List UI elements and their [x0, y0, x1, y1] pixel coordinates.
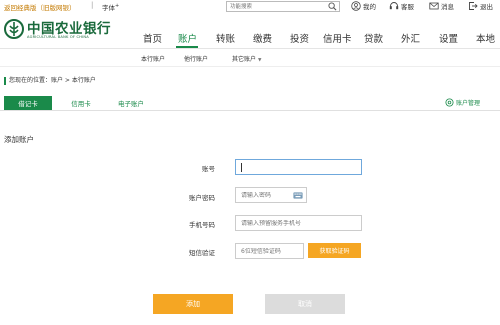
- nav-credit-card[interactable]: 信用卡: [323, 31, 352, 45]
- phone-number-label: 手机号码: [189, 221, 215, 229]
- tab-electronic-account[interactable]: 电子账户: [108, 96, 154, 110]
- breadcrumb: 您现在的位置：账户 > 本行账户: [4, 77, 96, 85]
- font-label: 字体: [102, 4, 115, 12]
- nav-home[interactable]: 首页: [143, 31, 162, 45]
- account-number-label: 账号: [202, 165, 215, 173]
- get-code-button[interactable]: 获取验证码: [308, 243, 361, 258]
- sms-code-label: 短信验证: [189, 249, 215, 257]
- subnav-own-accounts[interactable]: 本行账户: [141, 54, 165, 63]
- account-management-link[interactable]: 账户管理: [445, 98, 480, 107]
- keyboard-icon[interactable]: [293, 192, 303, 199]
- mail-icon: [429, 2, 439, 10]
- nav-local[interactable]: 本地: [476, 31, 495, 45]
- subnav-other-label: 其它账户: [232, 56, 257, 63]
- separator: |: [91, 1, 94, 9]
- logout-link[interactable]: 退出: [468, 1, 493, 11]
- phone-input[interactable]: [241, 219, 361, 227]
- messages-link[interactable]: 消息: [429, 1, 454, 11]
- search-icon[interactable]: [328, 2, 337, 11]
- account-number-field[interactable]: [235, 159, 362, 175]
- chevron-down-icon: ▼: [257, 58, 262, 63]
- account-password-label: 账户密码: [189, 194, 215, 202]
- nav-loan[interactable]: 贷款: [364, 31, 383, 45]
- search-input[interactable]: [227, 2, 325, 12]
- nav-invest[interactable]: 投资: [290, 31, 309, 45]
- my-account-link[interactable]: 我的: [351, 1, 376, 11]
- subnav-other-bank-accounts[interactable]: 他行账户: [184, 54, 208, 63]
- phone-number-field[interactable]: [235, 215, 362, 231]
- nav-settings[interactable]: 设置: [439, 31, 458, 45]
- text-caret: [241, 162, 242, 172]
- bank-name-en: AGRICULTURAL BANK OF CHINA: [27, 35, 89, 39]
- nav-forex[interactable]: 外汇: [401, 31, 420, 45]
- nav-payment[interactable]: 缴费: [253, 31, 272, 45]
- logout-icon: [469, 2, 478, 10]
- user-icon: [351, 1, 361, 11]
- sms-code-field[interactable]: [235, 243, 304, 259]
- subnav-divider: [0, 66, 500, 67]
- my-label: 我的: [363, 3, 376, 11]
- classic-version-link[interactable]: 返回经典版（旧版网银）: [4, 2, 76, 12]
- account-password-field[interactable]: [235, 187, 307, 203]
- logout-label: 退出: [480, 3, 493, 11]
- message-label: 消息: [441, 3, 454, 11]
- bank-name-cn: 中国农业银行: [27, 21, 111, 37]
- search-box: [226, 1, 340, 12]
- nav-divider: [0, 48, 500, 49]
- nav-transfer[interactable]: 转账: [216, 31, 235, 45]
- cancel-button[interactable]: 取消: [265, 294, 345, 314]
- nav-account[interactable]: 账户: [178, 31, 197, 45]
- subnav-other-accounts[interactable]: 其它账户 ▼: [232, 54, 261, 63]
- tab-divider: [0, 110, 500, 111]
- abc-logo-icon[interactable]: [4, 19, 24, 39]
- tab-debit-card[interactable]: 借记卡: [4, 96, 52, 110]
- font-size-toggle[interactable]: 字体+: [102, 2, 119, 12]
- account-management-label: 账户管理: [456, 100, 481, 107]
- gear-icon: [445, 98, 454, 107]
- sms-input[interactable]: [241, 247, 303, 255]
- customer-service-link[interactable]: 客服: [389, 1, 414, 11]
- tab-credit-card[interactable]: 信用卡: [62, 96, 100, 110]
- headset-icon: [389, 2, 399, 10]
- service-label: 客服: [401, 3, 414, 11]
- font-plus: +: [115, 2, 120, 9]
- add-button[interactable]: 添加: [153, 294, 233, 314]
- page-title: 添加账户: [4, 135, 34, 144]
